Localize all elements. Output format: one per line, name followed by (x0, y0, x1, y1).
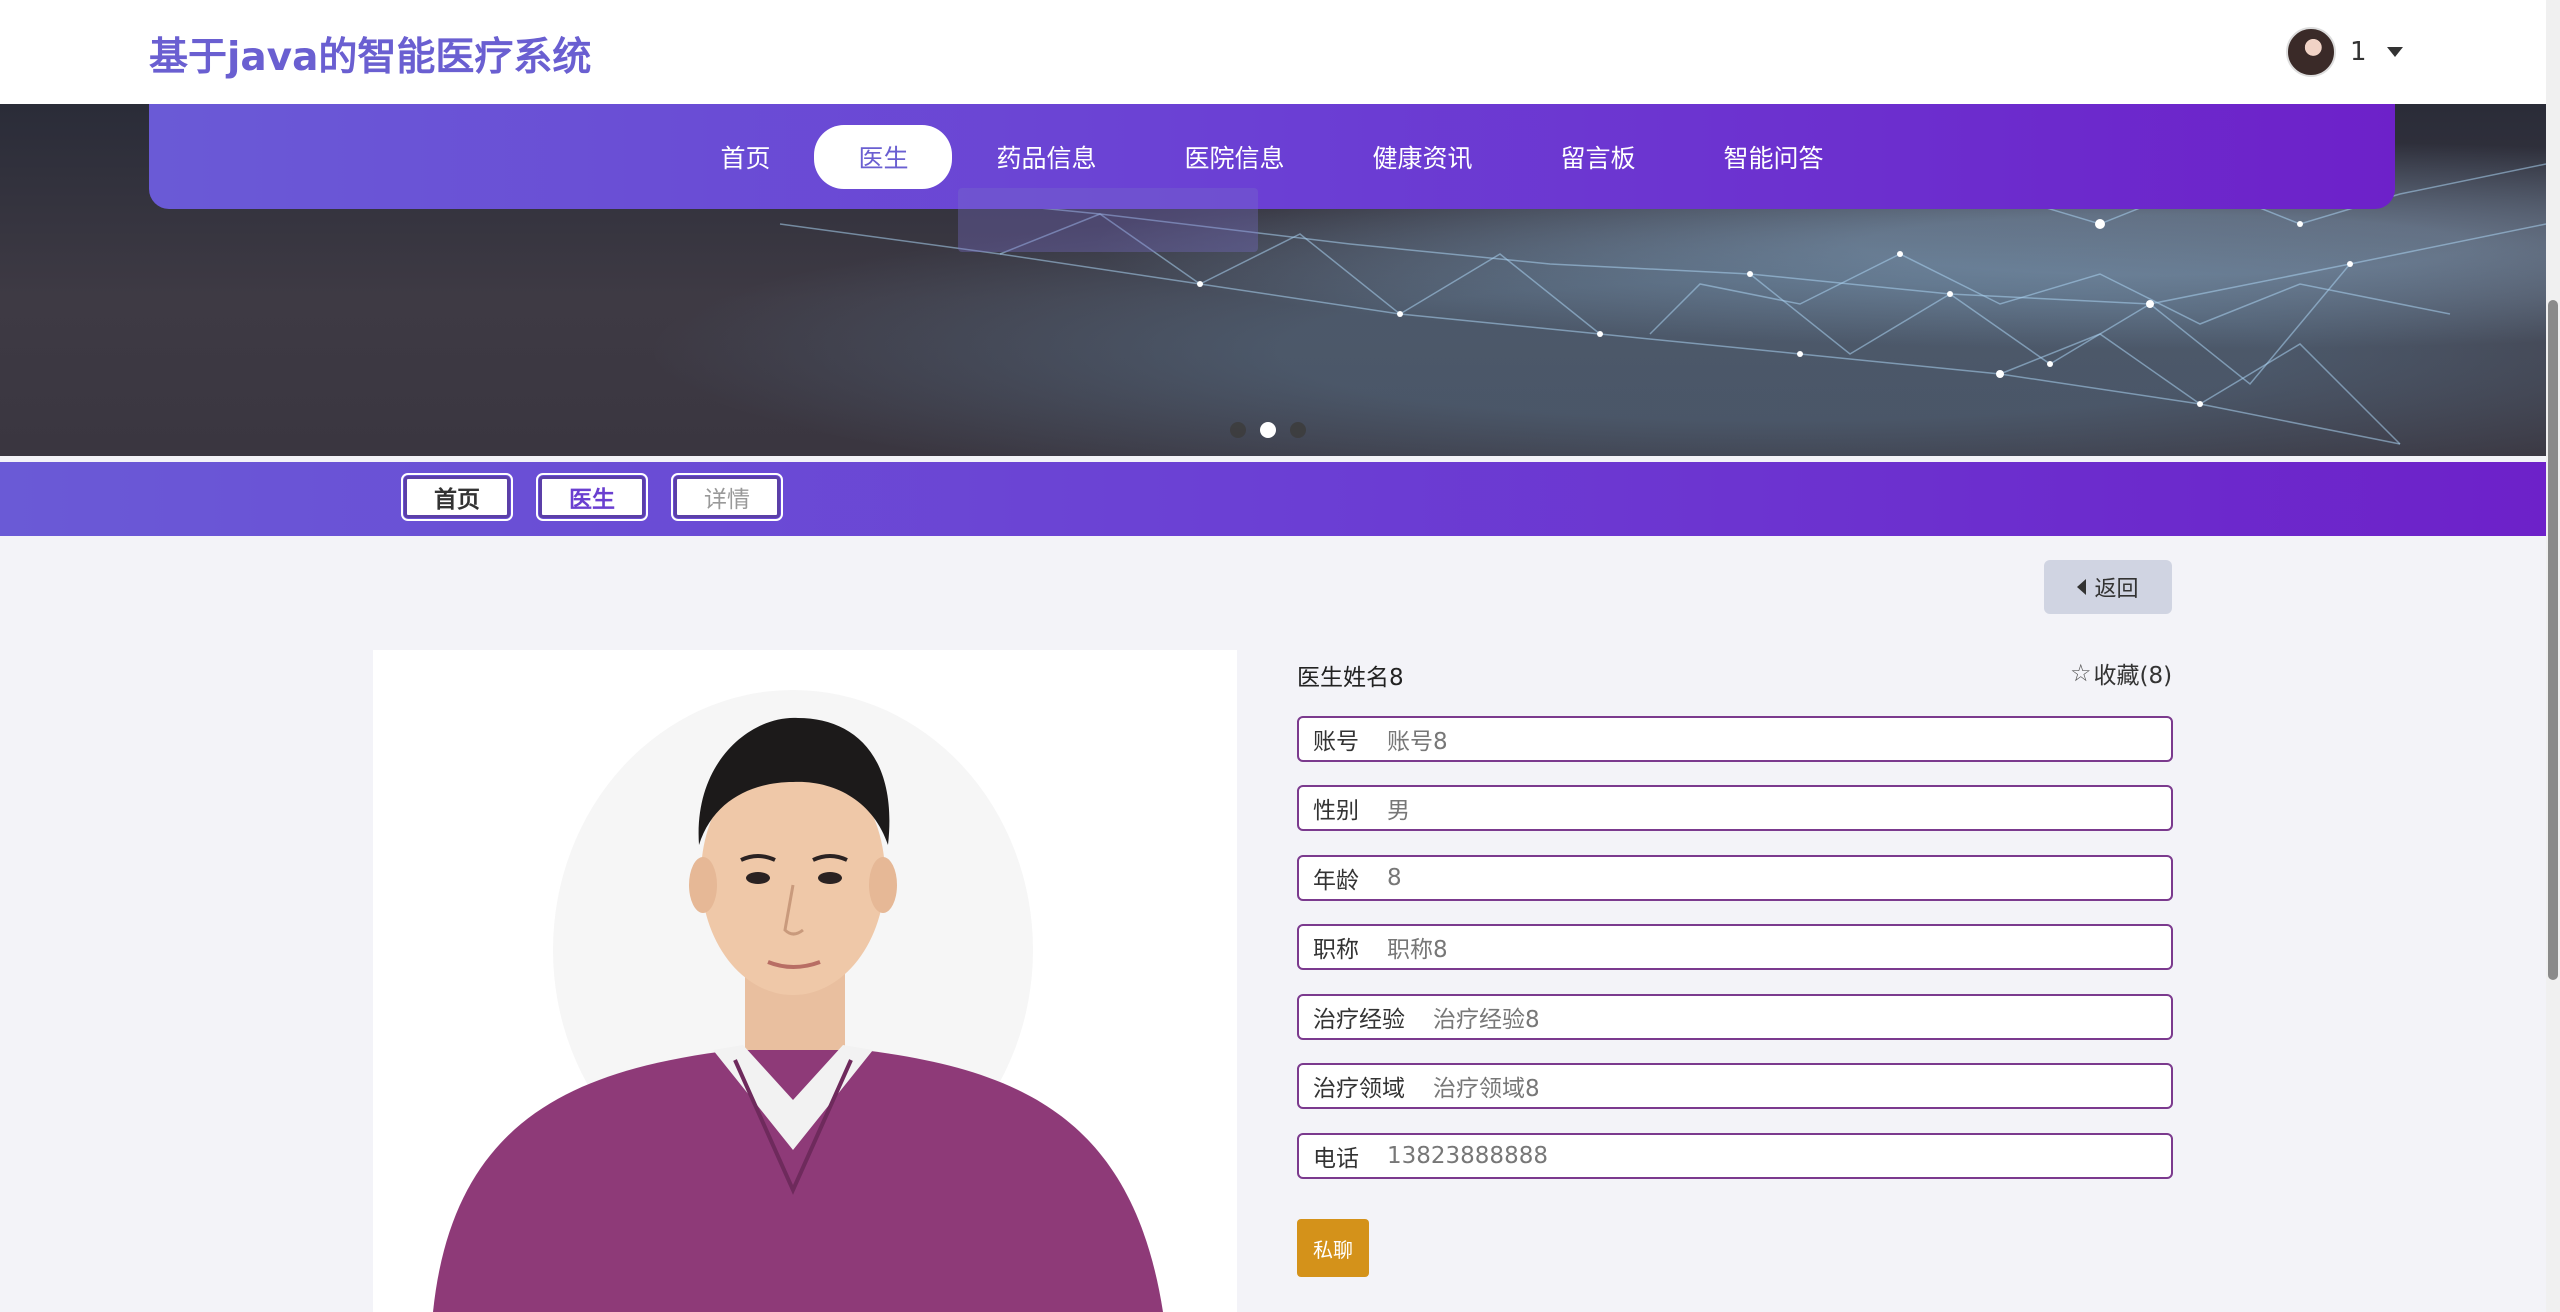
field-account: 账号 账号8 (1297, 716, 2173, 762)
back-button[interactable]: 返回 (2044, 560, 2172, 614)
field-label: 账号 (1313, 729, 1359, 755)
field-label: 年龄 (1313, 868, 1359, 894)
field-label: 电话 (1313, 1146, 1359, 1172)
field-phone: 电话 13823888888 (1297, 1133, 2173, 1179)
nav-item-message-board[interactable]: 留言板 (1517, 125, 1680, 189)
private-chat-button[interactable]: 私聊 (1297, 1219, 1369, 1277)
field-gender: 性别 男 (1297, 785, 2173, 831)
nav-item-medicine[interactable]: 药品信息 (952, 125, 1140, 189)
field-treatment-experience: 治疗经验 治疗经验8 (1297, 994, 2173, 1040)
breadcrumb-home[interactable]: 首页 (401, 473, 513, 521)
user-name[interactable]: 1 (2350, 37, 2367, 67)
field-value: 治疗领域8 (1433, 1076, 1540, 1102)
field-value: 职称8 (1387, 937, 1448, 963)
caret-left-icon (2077, 579, 2087, 595)
favorite-label: 收藏(8) (2093, 663, 2173, 689)
doctor-photo (373, 650, 1237, 1312)
chevron-down-icon[interactable] (2386, 47, 2403, 57)
breadcrumb-band (0, 462, 2546, 536)
field-label: 职称 (1313, 937, 1359, 963)
carousel-indicators (1230, 422, 1306, 438)
carousel-dot[interactable] (1290, 422, 1306, 438)
user-menu[interactable]: 1 (2286, 26, 2403, 78)
field-label: 性别 (1313, 798, 1359, 824)
carousel-dot[interactable] (1230, 422, 1246, 438)
field-label: 治疗领域 (1313, 1076, 1405, 1102)
nav-item-doctor[interactable]: 医生 (814, 124, 953, 189)
field-value: 账号8 (1387, 729, 1448, 755)
breadcrumb-detail: 详情 (671, 473, 783, 521)
nav-item-health-news[interactable]: 健康资讯 (1329, 125, 1517, 189)
breadcrumb-doctor[interactable]: 医生 (536, 473, 648, 521)
field-value: 男 (1387, 798, 1410, 824)
doctor-name: 医生姓名8 (1297, 665, 1404, 691)
back-button-label: 返回 (2094, 577, 2139, 602)
carousel-dot-active[interactable] (1260, 422, 1276, 438)
avatar[interactable] (2286, 27, 2336, 77)
site-header: 基于java的智能医疗系统 1 (0, 0, 2546, 104)
field-age: 年龄 8 (1297, 855, 2173, 901)
field-treatment-area: 治疗领域 治疗领域8 (1297, 1063, 2173, 1109)
nav-item-hospital[interactable]: 医院信息 (1140, 125, 1328, 189)
nav-item-smart-qa[interactable]: 智能问答 (1680, 125, 1868, 189)
field-title: 职称 职称8 (1297, 924, 2173, 970)
favorite-button[interactable]: ☆ 收藏(8) (2070, 656, 2172, 690)
nav-item-home[interactable]: 首页 (676, 125, 814, 189)
star-icon: ☆ (2070, 659, 2092, 687)
main-nav: 首页 医生 药品信息 医院信息 健康资讯 留言板 智能问答 (149, 104, 2395, 209)
nav-dropdown-overlay (958, 188, 1258, 252)
doctor-portrait-image (433, 690, 1163, 1312)
field-label: 治疗经验 (1313, 1007, 1405, 1033)
field-value: 13823888888 (1387, 1143, 1548, 1169)
field-value: 8 (1387, 865, 1402, 891)
site-title[interactable]: 基于java的智能医疗系统 (149, 26, 591, 82)
scrollbar-thumb[interactable] (2548, 300, 2558, 980)
field-value: 治疗经验8 (1433, 1007, 1540, 1033)
